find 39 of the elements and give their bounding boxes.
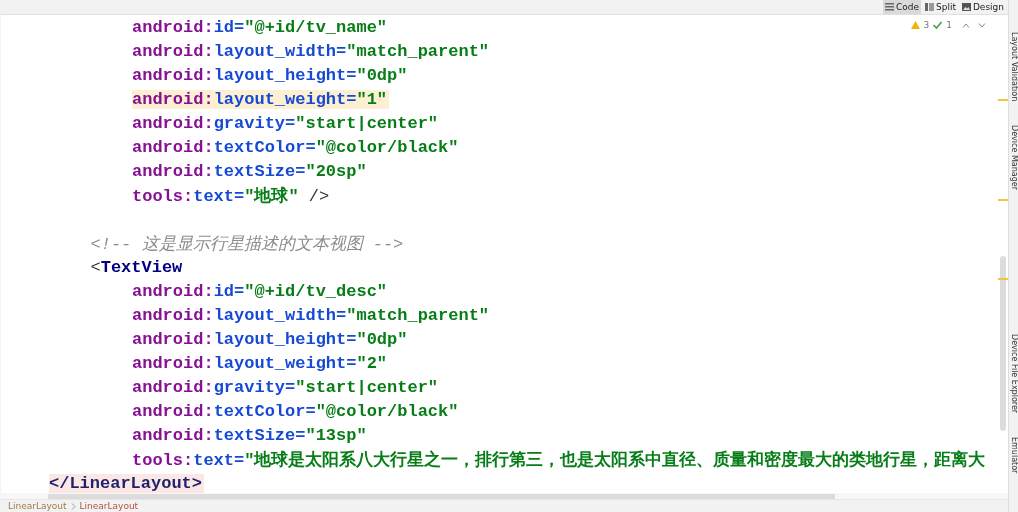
image-icon: [961, 3, 971, 11]
code-line: android:layout_width="match_parent": [132, 305, 491, 325]
view-tab[interactable]: Design: [959, 0, 1006, 14]
warning-icon: [910, 21, 920, 29]
code-line: android:id="@+id/tv_desc": [132, 281, 389, 301]
warning-mark: [998, 199, 1008, 201]
code-line: <TextView: [90, 257, 183, 277]
code-line: android:gravity="start|center": [132, 113, 440, 133]
check-count: 1: [946, 20, 952, 30]
code-comment: <!-- 这是显示行星描述的文本视图 -->: [90, 233, 404, 255]
tool-window-tab[interactable]: Layout Validation: [1008, 32, 1018, 102]
code-line: android:textSize="13sp": [132, 425, 368, 445]
code-line: tools:text="地球是太阳系八大行星之一，排行第三，也是太阳系中直径、质量和密度最大的类地行星，距离大: [132, 449, 987, 471]
warning-mark: [998, 99, 1008, 101]
code-line: android:textSize="20sp": [132, 161, 368, 181]
warning-count: 3: [923, 20, 930, 30]
tool-window-tab[interactable]: Device File Explorer: [1008, 334, 1018, 414]
breadcrumb-item[interactable]: LinearLayout: [79, 501, 139, 511]
lines-icon: [884, 3, 894, 11]
scrollbar-thumb[interactable]: [1000, 256, 1006, 431]
tool-window-tab[interactable]: Device Manager: [1008, 125, 1018, 191]
chevron-icon: [70, 502, 76, 510]
code-line: android:textColor="@color/black": [132, 401, 460, 421]
breadcrumb-item[interactable]: LinearLayout: [8, 501, 67, 511]
code-line: android:gravity="start|center": [132, 377, 440, 397]
view-tab[interactable]: Split: [922, 0, 958, 14]
code-line: android:layout_height="0dp": [132, 65, 409, 85]
scrollbar-thumb[interactable]: [48, 493, 835, 499]
code-line: android:layout_height="0dp": [132, 329, 409, 349]
tool-window-tab[interactable]: Emulator: [1008, 437, 1018, 474]
warning-mark: [998, 278, 1008, 280]
columns-icon: [924, 3, 934, 11]
code-line: android:id="@+id/tv_name": [132, 17, 389, 37]
view-tab[interactable]: Code: [882, 0, 921, 14]
check-icon: [933, 21, 943, 29]
code-line: android:layout_width="match_parent": [132, 41, 491, 61]
code-line: android:layout_weight="2": [132, 353, 389, 373]
code-line: tools:text="地球" />: [132, 185, 331, 207]
code-line: android:textColor="@color/black": [132, 137, 460, 157]
